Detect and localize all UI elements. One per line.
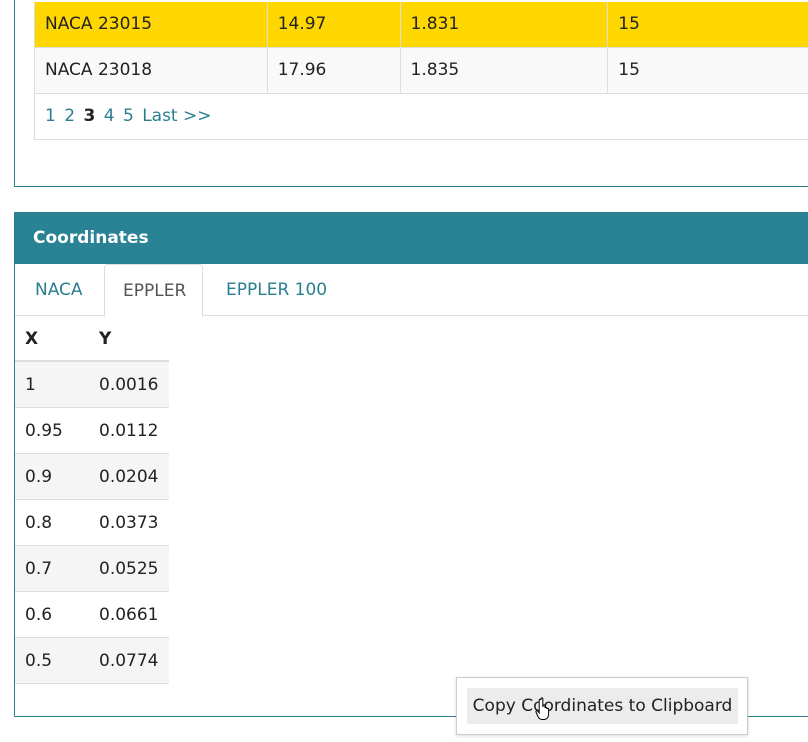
copy-button-container: Copy Coordinates to Clipboard bbox=[456, 677, 748, 735]
pagination: 1 2 3 4 5 Last >> bbox=[35, 94, 808, 139]
table-header: X Y bbox=[15, 316, 169, 362]
page-link-5[interactable]: 5 bbox=[123, 106, 134, 126]
tab-eppler-100[interactable]: EPPLER 100 bbox=[206, 264, 347, 316]
page-link-1[interactable]: 1 bbox=[45, 106, 56, 126]
coordinates-panel: Coordinates NACA EPPLER EPPLER 100 X Y 1… bbox=[14, 212, 808, 717]
value-cell: 1.831 bbox=[401, 2, 609, 47]
thickness-cell: 17.96 bbox=[268, 48, 401, 93]
table-row: 0.8 0.0373 bbox=[15, 500, 169, 546]
y-cell: 0.0525 bbox=[99, 559, 159, 579]
tab-eppler[interactable]: EPPLER bbox=[104, 264, 203, 317]
coordinates-title: Coordinates bbox=[15, 213, 808, 264]
x-cell: 0.8 bbox=[25, 513, 53, 533]
table-row: 0.5 0.0774 bbox=[15, 638, 169, 684]
thickness-cell: 14.97 bbox=[268, 2, 401, 47]
page-current-3: 3 bbox=[83, 106, 96, 126]
x-cell: 0.6 bbox=[25, 605, 53, 625]
y-cell: 0.0016 bbox=[99, 375, 159, 395]
table-row: 1 0.0016 bbox=[15, 362, 169, 408]
column-header-x: X bbox=[25, 329, 39, 349]
airfoil-name-cell[interactable]: NACA 23015 bbox=[35, 2, 268, 47]
coordinate-tabs: NACA EPPLER EPPLER 100 bbox=[15, 264, 808, 317]
column-header-y: Y bbox=[99, 329, 112, 349]
table-row: 0.6 0.0661 bbox=[15, 592, 169, 638]
y-cell: 0.0661 bbox=[99, 605, 159, 625]
table-row: 0.7 0.0525 bbox=[15, 546, 169, 592]
airfoil-table: NACA 23015 14.97 1.831 15 NACA 23018 17.… bbox=[34, 2, 808, 140]
value-cell: 1.835 bbox=[401, 48, 609, 93]
x-cell: 0.95 bbox=[25, 421, 63, 441]
x-cell: 0.5 bbox=[25, 651, 53, 671]
x-cell: 0.9 bbox=[25, 467, 53, 487]
page-link-2[interactable]: 2 bbox=[64, 106, 75, 126]
y-cell: 0.0774 bbox=[99, 651, 159, 671]
table-row: 0.95 0.0112 bbox=[15, 408, 169, 454]
airfoil-list-panel: NACA 23015 14.97 1.831 15 NACA 23018 17.… bbox=[14, 0, 808, 187]
y-cell: 0.0204 bbox=[99, 467, 159, 487]
y-cell: 0.0373 bbox=[99, 513, 159, 533]
table-row: 0.9 0.0204 bbox=[15, 454, 169, 500]
value-cell: 15 bbox=[618, 14, 640, 34]
table-row[interactable]: NACA 23018 17.96 1.835 15 bbox=[35, 48, 808, 94]
airfoil-name-cell[interactable]: NACA 23018 bbox=[35, 48, 268, 93]
page-link-4[interactable]: 4 bbox=[104, 106, 115, 126]
page-link-last[interactable]: Last >> bbox=[142, 106, 211, 126]
x-cell: 0.7 bbox=[25, 559, 53, 579]
value-cell: 15 bbox=[618, 60, 640, 80]
y-cell: 0.0112 bbox=[99, 421, 159, 441]
table-row[interactable]: NACA 23015 14.97 1.831 15 bbox=[35, 2, 808, 48]
tab-naca[interactable]: NACA bbox=[15, 264, 103, 316]
hand-pointer-icon bbox=[535, 697, 550, 720]
copy-coordinates-button[interactable]: Copy Coordinates to Clipboard bbox=[467, 688, 738, 724]
x-cell: 1 bbox=[25, 375, 36, 395]
coordinates-table: X Y 1 0.0016 0.95 0.0112 0.9 0.0204 0.8 … bbox=[15, 316, 169, 684]
